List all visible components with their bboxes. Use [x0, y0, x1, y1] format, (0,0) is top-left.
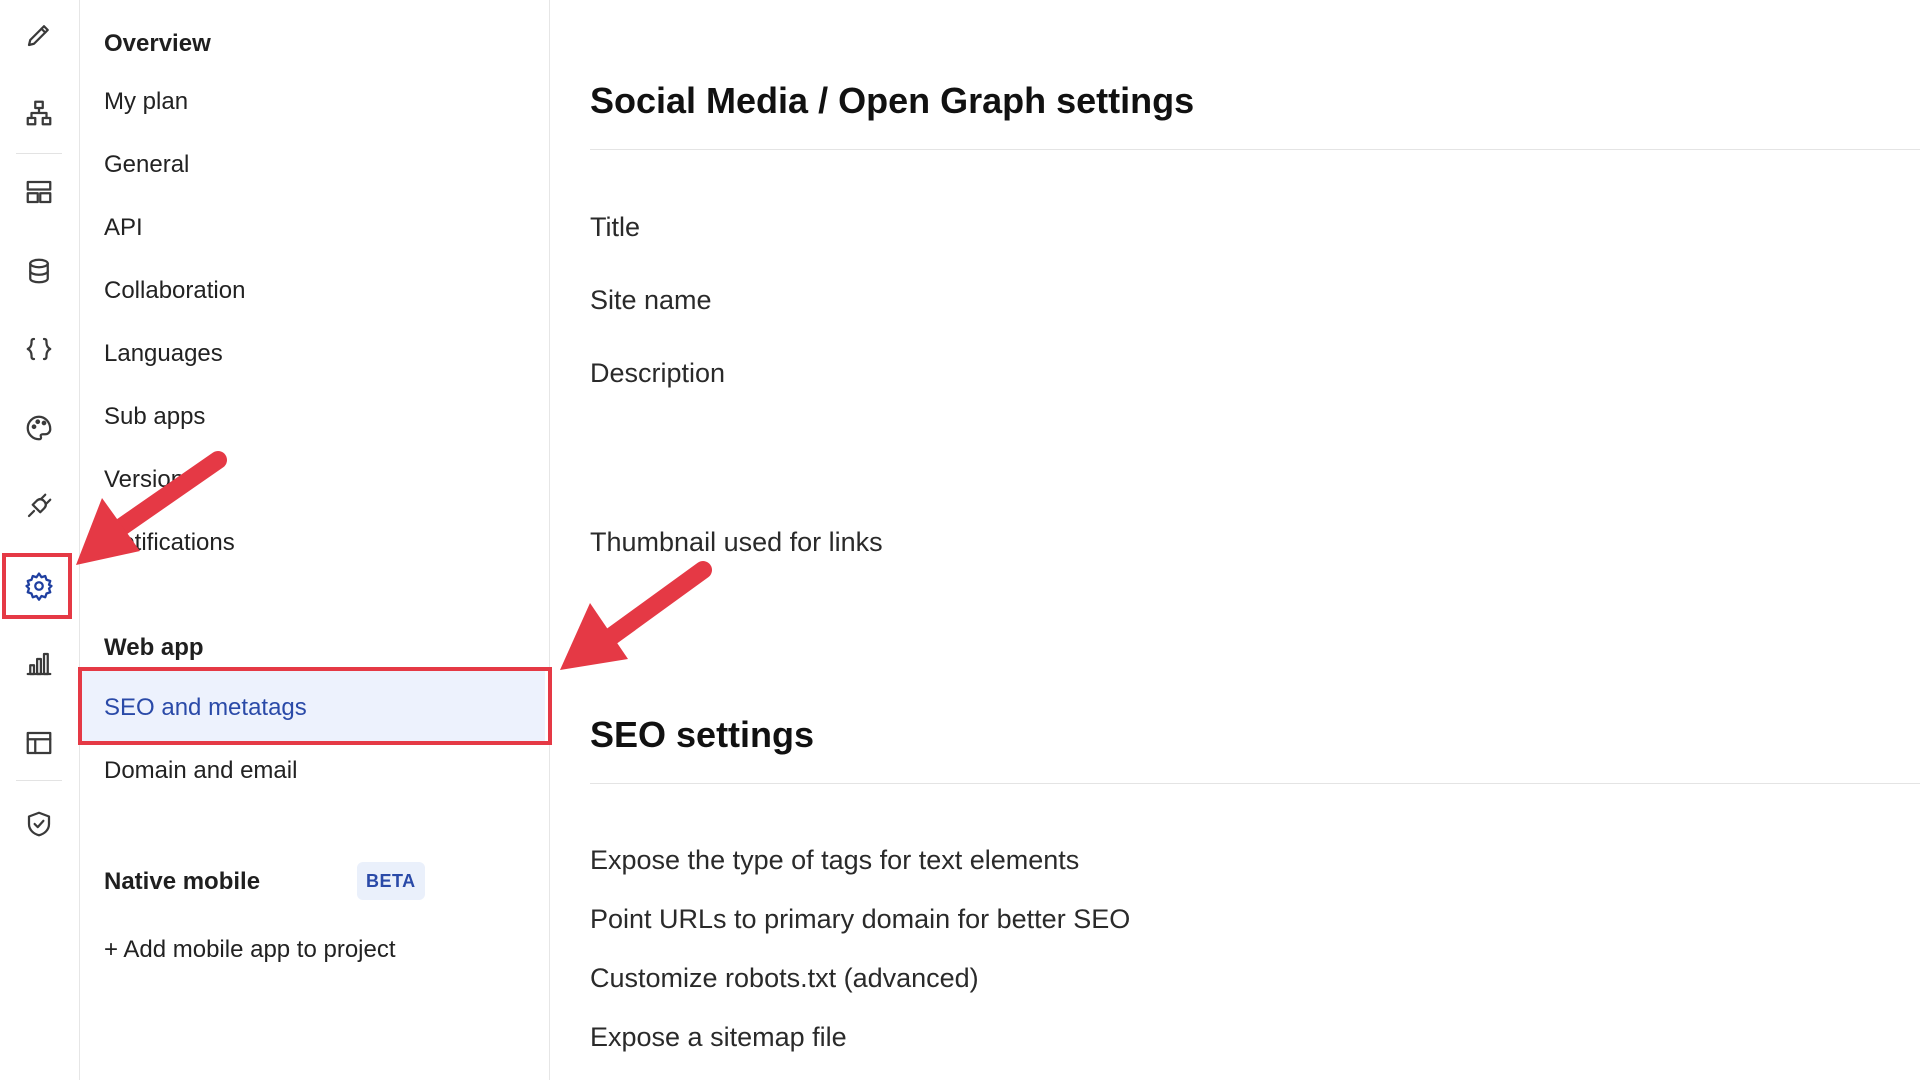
- palette-icon[interactable]: [20, 409, 58, 447]
- shield-check-icon[interactable]: [20, 805, 58, 843]
- seo-field-sitemap: Expose a sitemap file: [590, 1022, 847, 1052]
- og-field-site-name: Site name: [590, 285, 712, 315]
- nav-item-general[interactable]: General: [104, 151, 189, 179]
- nav-item-my-plan[interactable]: My plan: [104, 88, 188, 116]
- nav-item-sub-apps[interactable]: Sub apps: [104, 403, 205, 431]
- seo-section-title: SEO settings: [590, 714, 815, 755]
- og-field-title: Title: [590, 212, 641, 242]
- icon-rail: [0, 0, 80, 1080]
- rail-divider: [16, 780, 62, 781]
- beta-badge: BETA: [357, 862, 425, 900]
- og-section-title: Social Media / Open Graph settings: [590, 80, 1195, 121]
- thumbnail-label: Thumbnail used for links: [590, 527, 883, 557]
- nav-item-languages[interactable]: Languages: [104, 340, 223, 368]
- seo-field-expose-tags: Expose the type of tags for text element…: [590, 845, 1080, 875]
- table-icon[interactable]: [20, 724, 58, 762]
- plug-icon[interactable]: [20, 487, 58, 525]
- hierarchy-icon[interactable]: [20, 94, 58, 132]
- nav-heading-overview: Overview: [104, 30, 211, 57]
- add-mobile-app-link[interactable]: + Add mobile app to project: [104, 936, 396, 964]
- bar-chart-icon[interactable]: [20, 645, 58, 683]
- nav-item-notifications[interactable]: Notifications: [104, 529, 235, 557]
- og-field-description: Description: [590, 358, 726, 388]
- seo-highlight-box: [78, 667, 552, 745]
- nav-item-versions[interactable]: Versions: [104, 466, 196, 494]
- nav-heading-web-app: Web app: [104, 634, 204, 661]
- layout-icon[interactable]: [20, 173, 58, 211]
- nav-heading-native-mobile: Native mobile: [104, 868, 261, 895]
- seo-field-primary-domain: Point URLs to primary domain for better …: [590, 904, 1131, 934]
- nav-item-domain-and-email[interactable]: Domain and email: [104, 757, 297, 785]
- settings-nav: Overview My plan General API Collaborati…: [78, 0, 552, 1080]
- database-icon[interactable]: [20, 252, 58, 290]
- gear-highlight-box: [2, 553, 72, 619]
- seo-field-robots-txt: Customize robots.txt (advanced): [590, 963, 979, 993]
- code-braces-icon[interactable]: [20, 330, 58, 368]
- nav-item-api[interactable]: API: [104, 214, 143, 242]
- pencil-icon[interactable]: [20, 16, 58, 54]
- og-divider: [590, 149, 1920, 150]
- rail-divider: [16, 153, 62, 154]
- seo-divider: [590, 783, 1920, 784]
- nav-item-collaboration[interactable]: Collaboration: [104, 277, 245, 305]
- main-content: Social Media / Open Graph settings Title…: [550, 0, 1920, 1080]
